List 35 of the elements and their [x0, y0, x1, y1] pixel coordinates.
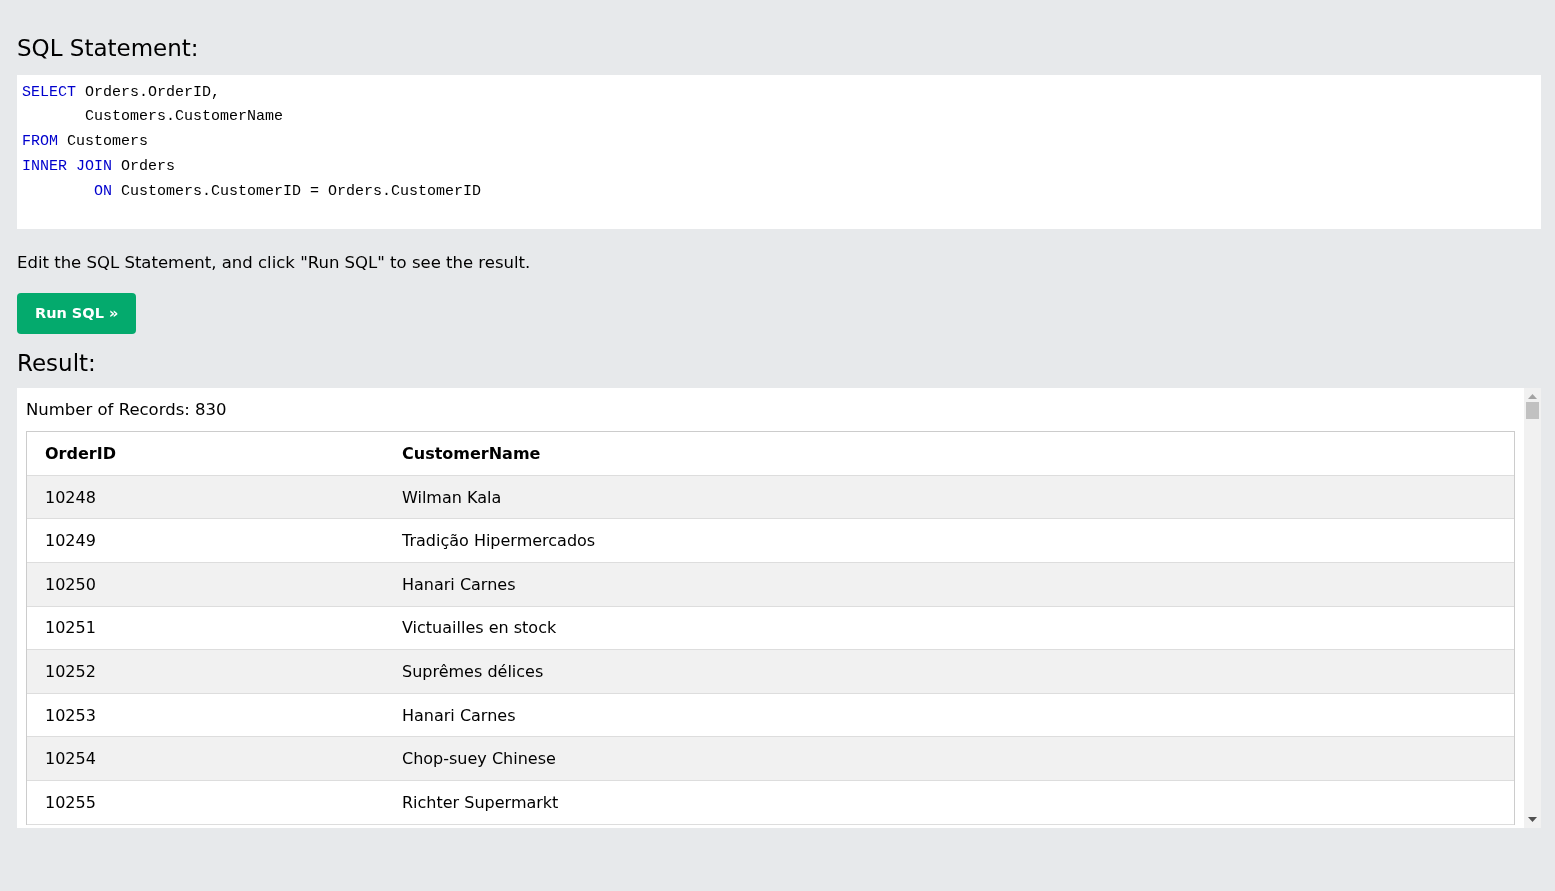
table-cell-text: Tradição Hipermercados — [401, 531, 597, 551]
table-cell-text: 10251 — [44, 618, 97, 638]
sql-keyword: SELECT — [22, 83, 76, 101]
table-cell-text: 10254 — [44, 749, 97, 769]
sql-code: Customers.CustomerID = Orders.CustomerID — [120, 182, 482, 200]
sql-editor[interactable]: SELECT Orders.OrderID, Customers.CustomerName FROM Customers INNER JOIN Orders ON Customers.CustomerID = Orders.CustomerID — [17, 74, 1541, 229]
section-heading: Result: — [17, 349, 97, 378]
table-cell-text: 10252 — [44, 661, 97, 681]
sql-keyword: ON — [93, 182, 112, 200]
scrollbar-thumb[interactable] — [1526, 402, 1539, 420]
table-cell-text: Hanari Carnes — [401, 574, 517, 594]
sql-code: Customers.CustomerName — [84, 108, 284, 126]
sql-code: Orders — [120, 158, 176, 175]
sql-code: Customers — [66, 133, 149, 151]
table-cell-text: 10249 — [44, 531, 97, 551]
table-cell-text: 10255 — [44, 792, 97, 812]
table-cell-text: 10250 — [44, 574, 97, 594]
table-cell-text: 10248 — [44, 487, 97, 507]
table-cell-text: Victuailles en stock — [401, 618, 558, 638]
sql-keyword: INNER JOIN — [22, 158, 112, 175]
scrollbar[interactable] — [1524, 388, 1541, 829]
table-cell-text: Suprêmes délices — [401, 661, 545, 681]
table-cell-text: Wilman Kala — [401, 487, 503, 507]
sql-keyword: FROM — [22, 133, 58, 151]
column-header: OrderID — [44, 444, 117, 463]
record-count: Number of Records: 830 — [26, 400, 228, 420]
section-heading: SQL Statement: — [17, 35, 200, 63]
table-cell-text: Richter Supermarkt — [401, 792, 560, 812]
instruction-text: Edit the SQL Statement, and click "Run SQL" to see the result. — [17, 252, 532, 272]
scroll-down-icon[interactable] — [1528, 817, 1537, 824]
table-cell-text: 10253 — [44, 705, 97, 725]
table-cell-text: Hanari Carnes — [401, 705, 517, 725]
column-header: CustomerName — [401, 444, 542, 463]
sql-code: Orders.OrderID, — [84, 83, 221, 101]
table-cell-text: Chop-suey Chinese — [401, 749, 557, 769]
